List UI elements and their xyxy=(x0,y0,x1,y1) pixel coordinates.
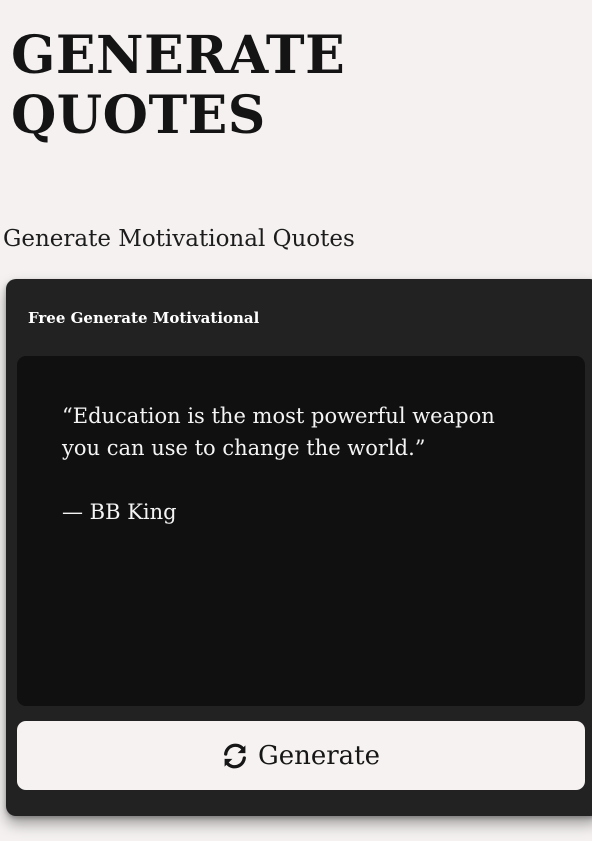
page-title: GENERATE QUOTES xyxy=(11,25,346,146)
quote-display: “Education is the most powerful weapon y… xyxy=(17,356,585,706)
generate-button-label: Generate xyxy=(257,740,381,771)
quote-text: “Education is the most powerful weapon y… xyxy=(62,404,495,460)
quote-generator-card: Free Generate Motivational “Education is… xyxy=(6,279,592,816)
generate-button[interactable]: Generate xyxy=(17,721,585,790)
page-subtitle: Generate Motivational Quotes xyxy=(3,226,355,252)
quote-author: — BB King xyxy=(62,500,177,524)
refresh-icon xyxy=(222,743,248,769)
card-header: Free Generate Motivational xyxy=(28,309,260,327)
